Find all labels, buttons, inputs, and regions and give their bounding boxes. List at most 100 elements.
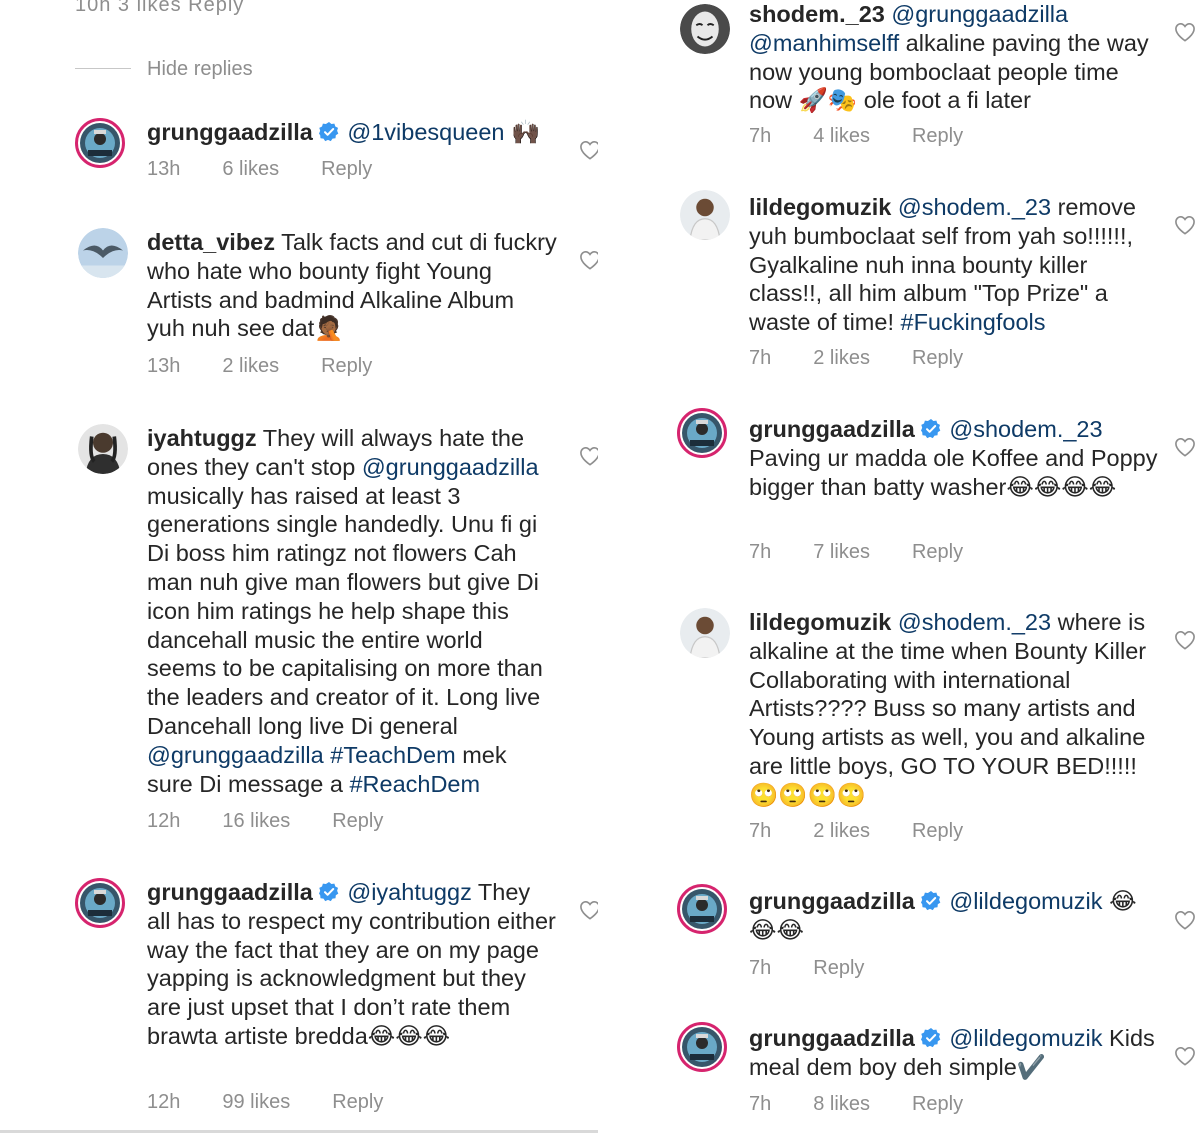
verified-badge-icon [920, 891, 941, 911]
comment-body: lildegomuzik @shodem._23 remove yuh bumb… [749, 193, 1159, 337]
mention-link[interactable]: #Fuckingfools [901, 309, 1046, 335]
timestamp: 13h [147, 355, 181, 377]
comment-meta: 7h 2 likes Reply [749, 347, 963, 370]
hide-replies-button[interactable]: Hide replies [147, 58, 253, 81]
mention-link[interactable]: @shodem._23 [898, 609, 1051, 635]
like-heart-icon[interactable] [1174, 1046, 1196, 1066]
mention-link[interactable]: #TeachDem [330, 742, 455, 768]
mention-link[interactable]: @lildegomuzik [949, 888, 1102, 914]
comment-body: grunggaadzilla @lildegomuzik Kids meal d… [749, 1024, 1159, 1082]
reply-button[interactable]: Reply [332, 810, 383, 832]
avatar[interactable] [677, 884, 727, 934]
like-heart-icon[interactable] [579, 140, 598, 160]
verified-badge-icon [920, 1028, 941, 1048]
username-link[interactable]: lildegomuzik [749, 194, 891, 220]
avatar[interactable] [78, 424, 128, 474]
reply-button[interactable]: Reply [912, 125, 963, 147]
username-link[interactable]: grunggaadzilla [147, 119, 313, 145]
comment-body: grunggaadzilla @1vibesqueen 🙌🏿 [147, 118, 557, 147]
verified-badge-icon [318, 882, 339, 902]
emoji-glyph: 🙄🙄🙄🙄 [749, 781, 867, 808]
mention-link[interactable]: @shodem._23 [898, 194, 1051, 220]
avatar[interactable] [78, 228, 128, 278]
like-heart-icon[interactable] [579, 446, 598, 466]
right-comment-panel: shodem._23 @grunggaadzilla @manhimselff … [603, 0, 1200, 1133]
likes-count[interactable]: 16 likes [222, 810, 290, 832]
mention-link[interactable]: @shodem._23 [949, 416, 1102, 442]
like-heart-icon[interactable] [1174, 437, 1196, 457]
username-link[interactable]: iyahtuggz [147, 425, 257, 451]
avatar[interactable] [677, 408, 727, 458]
mention-link[interactable]: @grunggaadzilla [147, 742, 324, 768]
timestamp: 7h [749, 125, 772, 147]
avatar[interactable] [680, 608, 730, 658]
comment-meta: 12h 16 likes Reply [147, 810, 383, 833]
username-link[interactable]: grunggaadzilla [749, 888, 915, 914]
timestamp: 12h [147, 810, 181, 832]
reply-button[interactable]: Reply [813, 957, 864, 979]
reply-button[interactable]: Reply [332, 1091, 383, 1113]
avatar[interactable] [680, 190, 730, 240]
like-heart-icon[interactable] [1174, 630, 1196, 650]
avatar[interactable] [680, 4, 730, 54]
username-link[interactable]: grunggaadzilla [749, 1025, 915, 1051]
mention-link[interactable]: @lildegomuzik [949, 1025, 1102, 1051]
comment-meta: 13h 2 likes Reply [147, 355, 372, 378]
mention-link[interactable]: @iyahtuggz [347, 879, 471, 905]
likes-count[interactable]: 99 likes [222, 1091, 290, 1113]
username-link[interactable]: detta_vibez [147, 229, 275, 255]
likes-count[interactable]: 2 likes [222, 355, 279, 377]
verified-badge-icon [920, 419, 941, 439]
comment-body: iyahtuggz They will always hate the ones… [147, 424, 557, 798]
mention-link[interactable]: @grunggaadzilla [362, 454, 539, 480]
comment-text: musically has raised at least 3 generati… [147, 482, 543, 739]
likes-count[interactable]: 6 likes [222, 158, 279, 180]
emoji-glyph: 😂😂😂😂 [1006, 473, 1117, 500]
mention-link[interactable]: #ReachDem [349, 771, 480, 797]
comment-meta: 7h 4 likes Reply [749, 125, 963, 148]
username-link[interactable]: grunggaadzilla [147, 879, 313, 905]
verified-badge-icon [318, 122, 339, 142]
likes-count[interactable]: 4 likes [813, 125, 870, 147]
reply-button[interactable]: Reply [321, 158, 372, 180]
username-link[interactable]: lildegomuzik [749, 609, 891, 635]
like-heart-icon[interactable] [579, 250, 598, 270]
emoji-glyph: 😂😂😂 [367, 1022, 451, 1049]
avatar[interactable] [677, 1022, 727, 1072]
comment-meta: 12h 99 likes Reply [147, 1091, 383, 1114]
avatar[interactable] [75, 878, 125, 928]
comment-body: lildegomuzik @shodem._23 where is alkali… [749, 608, 1159, 810]
like-heart-icon[interactable] [1174, 215, 1196, 235]
avatar[interactable] [75, 118, 125, 168]
comment-body: shodem._23 @grunggaadzilla @manhimselff … [749, 0, 1159, 115]
reply-button[interactable]: Reply [912, 820, 963, 842]
mention-link[interactable]: @1vibesqueen [347, 119, 511, 145]
timestamp: 7h [749, 347, 772, 369]
reply-button[interactable]: Reply [912, 1093, 963, 1115]
like-heart-icon[interactable] [1174, 22, 1196, 42]
timestamp: 7h [749, 957, 772, 979]
comment-text: ole foot a fi later [857, 87, 1031, 114]
comment-meta: 7h 7 likes Reply [749, 541, 963, 564]
truncated-meta-row: 10h 3 likes Reply [75, 0, 245, 16]
like-heart-icon[interactable] [1174, 910, 1196, 930]
timestamp: 7h [749, 820, 772, 842]
reply-button[interactable]: Reply [912, 347, 963, 369]
likes-count[interactable]: 2 likes [813, 820, 870, 842]
timestamp: 13h [147, 158, 181, 180]
comment-meta: 7h Reply [749, 957, 864, 980]
comment-meta: 7h 2 likes Reply [749, 820, 963, 843]
username-link[interactable]: shodem._23 [749, 1, 885, 27]
likes-count[interactable]: 7 likes [813, 541, 870, 563]
comment-meta: 7h 8 likes Reply [749, 1093, 963, 1116]
reply-button[interactable]: Reply [321, 355, 372, 377]
comment-body: detta_vibez Talk facts and cut di fuckry… [147, 228, 557, 343]
left-comment-panel: 10h 3 likes Reply Hide replies grunggaad… [0, 0, 598, 1133]
username-link[interactable]: grunggaadzilla [749, 416, 915, 442]
timestamp: 7h [749, 1093, 772, 1115]
reply-button[interactable]: Reply [912, 541, 963, 563]
like-heart-icon[interactable] [579, 900, 598, 920]
likes-count[interactable]: 8 likes [813, 1093, 870, 1115]
likes-count[interactable]: 2 likes [813, 347, 870, 369]
emoji-glyph: ✔️ [1016, 1053, 1047, 1080]
